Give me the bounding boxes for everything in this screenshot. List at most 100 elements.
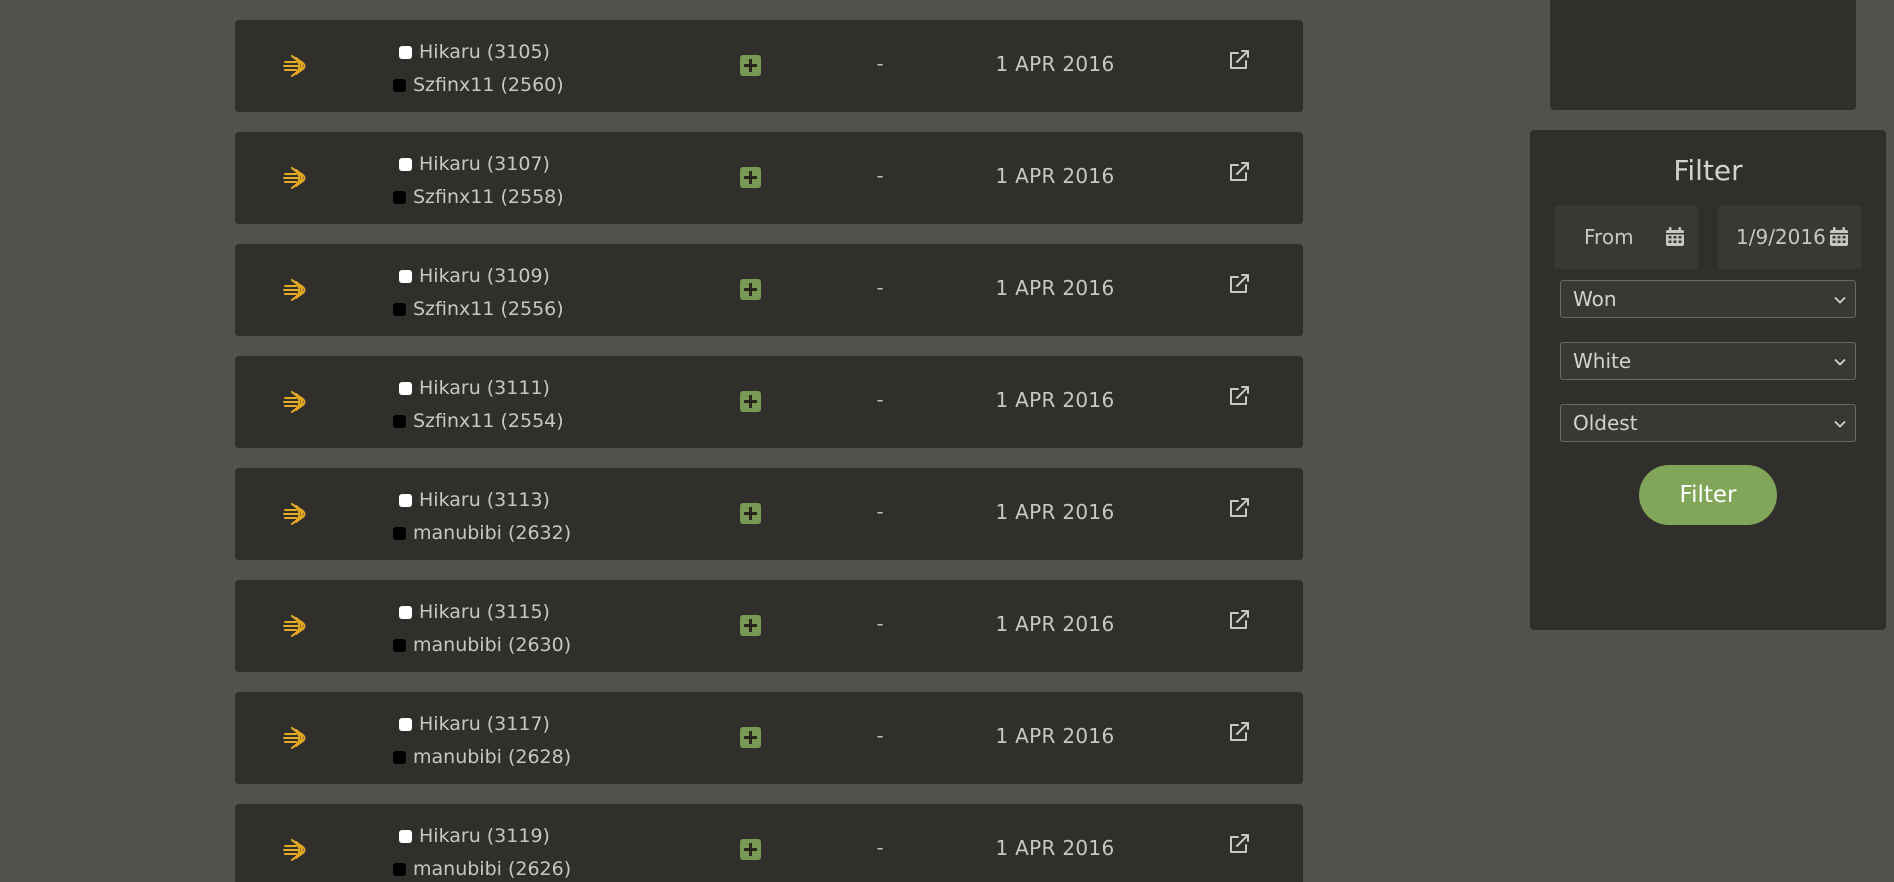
win-plus-icon (740, 839, 761, 860)
black-piece-icon (393, 415, 406, 428)
players: Hikaru (3109) Szfinx11 (2556) (393, 260, 564, 326)
filter-button[interactable]: Filter (1639, 465, 1777, 525)
bullet-speed-icon (283, 167, 306, 189)
players: Hikaru (3117) manubibi (2628) (393, 708, 571, 774)
black-player-name: manubibi (2632) (413, 522, 572, 544)
white-player[interactable]: Hikaru (3117) (393, 708, 571, 741)
move-count: - (876, 501, 884, 523)
from-date-placeholder: From (1584, 225, 1634, 249)
players: Hikaru (3111) Szfinx11 (2554) (393, 372, 564, 438)
white-player[interactable]: Hikaru (3109) (393, 260, 564, 293)
game-date: 1 APR 2016 (995, 52, 1115, 76)
black-player[interactable]: manubibi (2632) (393, 517, 571, 550)
external-link-icon[interactable] (1227, 48, 1251, 72)
external-link-icon[interactable] (1227, 272, 1251, 296)
black-player-name: Szfinx11 (2554) (413, 410, 564, 432)
white-player[interactable]: Hikaru (3113) (393, 484, 571, 517)
bullet-speed-icon (283, 391, 306, 413)
chevron-down-icon (1834, 420, 1846, 428)
white-player-name: Hikaru (3111) (419, 377, 550, 399)
order-select[interactable]: Oldest (1560, 404, 1856, 442)
white-piece-icon (399, 382, 412, 395)
win-plus-icon (740, 55, 761, 76)
external-link-icon[interactable] (1227, 384, 1251, 408)
page: Hikaru (3105) Szfinx11 (2560) -1 APR 2016 H… (0, 0, 1894, 882)
black-player[interactable]: manubibi (2626) (393, 853, 571, 882)
white-piece-icon (399, 46, 412, 59)
black-player[interactable]: Szfinx11 (2554) (393, 405, 564, 438)
black-player-name: manubibi (2626) (413, 858, 572, 880)
game-date: 1 APR 2016 (995, 164, 1115, 188)
filter-panel: Filter From 1/9/2016 Won White Oldest Fi… (1530, 130, 1886, 630)
bullet-speed-icon (283, 503, 306, 525)
top-panel (1550, 0, 1856, 110)
black-player-name: Szfinx11 (2556) (413, 298, 564, 320)
move-count: - (876, 725, 884, 747)
game-date: 1 APR 2016 (995, 388, 1115, 412)
white-piece-icon (399, 158, 412, 171)
white-player-name: Hikaru (3105) (419, 41, 550, 63)
external-link-icon[interactable] (1227, 160, 1251, 184)
black-player[interactable]: Szfinx11 (2556) (393, 293, 564, 326)
black-piece-icon (393, 863, 406, 876)
bullet-speed-icon (283, 55, 306, 77)
white-player[interactable]: Hikaru (3115) (393, 596, 571, 629)
white-player-name: Hikaru (3107) (419, 153, 550, 175)
white-piece-icon (399, 270, 412, 283)
game-row[interactable]: Hikaru (3105) Szfinx11 (2560) - 1 APR 2016 (235, 20, 1303, 112)
external-link-icon[interactable] (1227, 720, 1251, 744)
external-link-icon[interactable] (1227, 608, 1251, 632)
game-date: 1 APR 2016 (995, 724, 1115, 748)
white-player[interactable]: Hikaru (3111) (393, 372, 564, 405)
black-player[interactable]: Szfinx11 (2558) (393, 181, 564, 214)
calendar-icon[interactable] (1828, 226, 1850, 248)
players: Hikaru (3119) manubibi (2626) (393, 820, 571, 882)
move-count: - (876, 389, 884, 411)
players: Hikaru (3115) manubibi (2630) (393, 596, 571, 662)
game-row[interactable]: Hikaru (3115) manubibi (2630) - 1 APR 2016 (235, 580, 1303, 672)
win-plus-icon (740, 727, 761, 748)
black-player[interactable]: manubibi (2628) (393, 741, 571, 774)
color-select[interactable]: White (1560, 342, 1856, 380)
black-piece-icon (393, 303, 406, 316)
move-count: - (876, 277, 884, 299)
from-date-field[interactable]: From (1554, 205, 1698, 269)
white-player[interactable]: Hikaru (3119) (393, 820, 571, 853)
black-player-name: manubibi (2630) (413, 634, 572, 656)
black-player-name: Szfinx11 (2558) (413, 186, 564, 208)
game-list: Hikaru (3105) Szfinx11 (2560) -1 APR 2016 H… (235, 20, 1303, 882)
players: Hikaru (3107) Szfinx11 (2558) (393, 148, 564, 214)
white-piece-icon (399, 718, 412, 731)
white-player-name: Hikaru (3117) (419, 713, 550, 735)
result-select-value: Won (1573, 287, 1617, 311)
white-player[interactable]: Hikaru (3107) (393, 148, 564, 181)
players: Hikaru (3113) manubibi (2632) (393, 484, 571, 550)
order-select-value: Oldest (1573, 411, 1638, 435)
game-row[interactable]: Hikaru (3107) Szfinx11 (2558) - 1 APR 2016 (235, 132, 1303, 224)
bullet-speed-icon (283, 615, 306, 637)
calendar-icon[interactable] (1664, 226, 1686, 248)
chevron-down-icon (1834, 296, 1846, 304)
win-plus-icon (740, 391, 761, 412)
external-link-icon[interactable] (1227, 496, 1251, 520)
game-row[interactable]: Hikaru (3117) manubibi (2628) - 1 APR 2016 (235, 692, 1303, 784)
move-count: - (876, 837, 884, 859)
chevron-down-icon (1834, 358, 1846, 366)
win-plus-icon (740, 615, 761, 636)
external-link-icon[interactable] (1227, 832, 1251, 856)
move-count: - (876, 613, 884, 635)
game-row[interactable]: Hikaru (3119) manubibi (2626) - 1 APR 2016 (235, 804, 1303, 882)
game-row[interactable]: Hikaru (3111) Szfinx11 (2554) - 1 APR 2016 (235, 356, 1303, 448)
game-row[interactable]: Hikaru (3113) manubibi (2632) - 1 APR 2016 (235, 468, 1303, 560)
black-player-name: Szfinx11 (2560) (413, 74, 564, 96)
white-player[interactable]: Hikaru (3105) (393, 36, 564, 69)
black-player[interactable]: Szfinx11 (2560) (393, 69, 564, 102)
result-select[interactable]: Won (1560, 280, 1856, 318)
bullet-speed-icon (283, 839, 306, 861)
players: Hikaru (3105) Szfinx11 (2560) (393, 36, 564, 102)
to-date-field[interactable]: 1/9/2016 (1718, 205, 1862, 269)
white-player-name: Hikaru (3109) (419, 265, 550, 287)
game-row[interactable]: Hikaru (3109) Szfinx11 (2556) - 1 APR 2016 (235, 244, 1303, 336)
black-piece-icon (393, 639, 406, 652)
black-player[interactable]: manubibi (2630) (393, 629, 571, 662)
